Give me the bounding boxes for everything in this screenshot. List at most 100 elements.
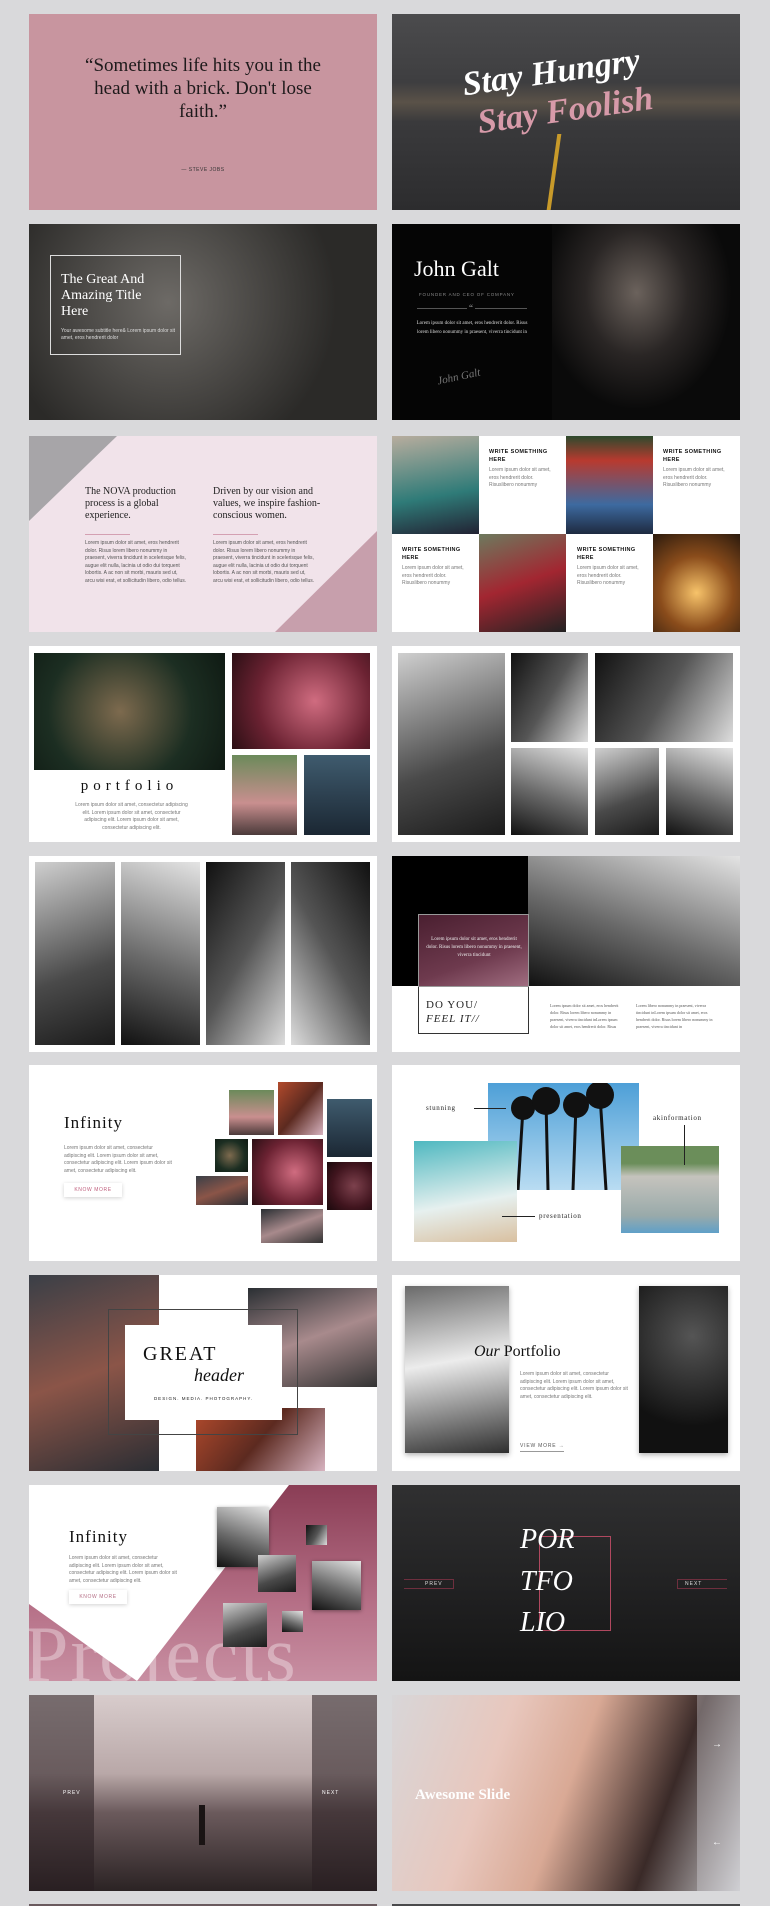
photo xyxy=(595,653,733,742)
photo xyxy=(282,1611,303,1632)
prev-button[interactable]: PREV xyxy=(63,1790,81,1796)
slide-infinity-collage[interactable]: Infinity Lorem ipsum dolor sit amet, con… xyxy=(29,1065,377,1261)
card: WRITE SOMETHING HERE Lorem ipsum dolor s… xyxy=(489,448,559,490)
column-text: Lorem ipsum dolor sit amet, eros hendrer… xyxy=(85,540,187,584)
slide-infinity-projects[interactable]: Projects Infinity Lorem ipsum dolor sit … xyxy=(29,1485,377,1681)
photo xyxy=(232,653,370,749)
pointer-line xyxy=(684,1125,685,1165)
photo xyxy=(206,862,285,1045)
card: WRITE SOMETHING HERE Lorem ipsum dolor s… xyxy=(577,546,647,588)
photo xyxy=(392,436,479,534)
photo xyxy=(229,1090,274,1135)
card-heading: WRITE SOMETHING HERE xyxy=(663,449,722,463)
prev-panel xyxy=(29,1695,94,1891)
slide-portfolio[interactable]: portfolio Lorem ipsum dolor sit amet, co… xyxy=(29,646,377,842)
view-more-button[interactable]: VIEW MORE → xyxy=(520,1443,565,1452)
road-line xyxy=(546,134,562,210)
photo xyxy=(511,748,588,835)
card-heading: WRITE SOMETHING HERE xyxy=(402,547,461,561)
arrow-right-icon: → xyxy=(558,1443,565,1449)
photo xyxy=(121,862,200,1045)
slide-awesome[interactable]: Awesome Slide → ← xyxy=(392,1695,740,1891)
photo xyxy=(666,748,733,835)
card-text: Lorem ipsum dolor sit amet, eros hendrer… xyxy=(663,467,725,488)
card-heading: WRITE SOMETHING HERE xyxy=(489,449,548,463)
next-button[interactable]: NEXT xyxy=(322,1790,339,1796)
photo xyxy=(528,856,740,986)
side-panel xyxy=(697,1695,740,1891)
quote-icon: “ xyxy=(467,303,475,313)
column-heading: Driven by our vision and values, we insp… xyxy=(213,486,321,521)
photo xyxy=(34,653,225,770)
slide-our-portfolio[interactable]: Our Portfolio Lorem ipsum dolor sit amet… xyxy=(392,1275,740,1471)
photo xyxy=(215,1139,248,1172)
next-button[interactable]: NEXT xyxy=(677,1579,727,1589)
paragraph: Lorem libero nonummy in praesent, viverr… xyxy=(636,1003,713,1029)
title-italic: Our xyxy=(474,1343,500,1360)
card-text: Lorem ipsum dolor sit amet, eros hendrer… xyxy=(577,565,639,586)
tagline: DESIGN. MEDIA. PHOTOGRAPHY. xyxy=(153,1396,254,1401)
slide-title: The Great And Amazing Title Here xyxy=(61,272,145,319)
photo xyxy=(312,1561,361,1610)
signature: John Galt xyxy=(436,366,482,388)
slide-do-you-feel-it[interactable]: Lorem ipsum dolor sit amet, eros hendrer… xyxy=(392,856,740,1052)
silhouette xyxy=(199,1805,205,1845)
quote-author: — STEVE JOBS xyxy=(181,167,225,173)
slide-john-galt[interactable]: John Galt FOUNDER AND CEO OF COMPANY “ L… xyxy=(392,224,740,420)
divider xyxy=(85,534,130,535)
title-line-2: FEEL IT// xyxy=(426,1013,480,1025)
slide-title: Our Portfolio xyxy=(474,1343,561,1361)
portrait-photo xyxy=(552,224,740,420)
title-line-1: DO YOU/ xyxy=(426,999,479,1011)
quote-text: “Sometimes life hits you in the head wit… xyxy=(85,55,321,122)
slide-quote[interactable]: “Sometimes life hits you in the head wit… xyxy=(29,14,377,210)
slide-stay-hungry[interactable]: Stay Hungry Stay Foolish xyxy=(392,14,740,210)
slide-prev-next[interactable]: PREV NEXT xyxy=(29,1695,377,1891)
portfolio-text: Lorem ipsum dolor sit amet, consectetur … xyxy=(75,802,188,831)
title-main: Portfolio xyxy=(503,1343,561,1360)
know-more-button[interactable]: KNOW MORE xyxy=(64,1183,122,1197)
column-text: Lorem ipsum dolor sit amet, eros hendrer… xyxy=(213,540,315,584)
photo xyxy=(258,1555,296,1592)
slide-nova[interactable]: The NOVA production process is a global … xyxy=(29,436,377,632)
slide-great-header[interactable]: GREAT header DESIGN. MEDIA. PHOTOGRAPHY. xyxy=(29,1275,377,1471)
slide-title: Infinity xyxy=(69,1527,128,1546)
header-line-1: GREAT xyxy=(143,1343,218,1365)
card: WRITE SOMETHING HERE Lorem ipsum dolor s… xyxy=(663,448,733,490)
pointer-line xyxy=(502,1216,535,1217)
slide-stunning[interactable]: stunning akinformation presentation xyxy=(392,1065,740,1261)
bio-text: Lorem ipsum dolor sit amet, eros hendrer… xyxy=(416,321,528,335)
photo xyxy=(278,1082,323,1135)
photo xyxy=(566,436,653,534)
know-more-button[interactable]: KNOW MORE xyxy=(69,1590,127,1604)
column-heading: The NOVA production process is a global … xyxy=(85,486,176,521)
title-line-1: POR xyxy=(520,1524,575,1555)
slide-bw-grid[interactable] xyxy=(392,646,740,842)
photo xyxy=(35,862,115,1045)
slide-text: Lorem ipsum dolor sit amet, consectetur … xyxy=(69,1555,177,1584)
label-stunning: stunning xyxy=(426,1104,456,1112)
slide-great-title[interactable]: The Great And Amazing Title Here Your aw… xyxy=(29,224,377,420)
photo xyxy=(653,534,740,632)
decor-triangles xyxy=(29,436,377,632)
header-line-2: header xyxy=(194,1365,244,1385)
photo xyxy=(511,653,588,742)
slide-write-something[interactable]: WRITE SOMETHING HERE Lorem ipsum dolor s… xyxy=(392,436,740,632)
photo xyxy=(595,748,659,835)
photo xyxy=(223,1603,267,1647)
photo xyxy=(304,755,370,835)
slide-text: Lorem ipsum dolor sit amet, consectetur … xyxy=(64,1145,172,1174)
portfolio-title: portfolio xyxy=(80,778,179,794)
photo xyxy=(327,1099,372,1157)
photo xyxy=(232,755,297,835)
box-text: Lorem ipsum dolor sit amet, eros hendrer… xyxy=(426,937,522,958)
paragraph: Lorem ipsum dolor sit amet, eros hendrer… xyxy=(550,1003,619,1029)
arrow-right-icon[interactable]: → xyxy=(712,1739,722,1750)
prev-button[interactable]: PREV xyxy=(404,1579,454,1589)
slide-portfolio-dark[interactable]: POR TFO LIO PREV NEXT xyxy=(392,1485,740,1681)
photo xyxy=(306,1525,327,1545)
label-presentation: presentation xyxy=(539,1212,582,1220)
photo xyxy=(479,534,566,632)
arrow-left-icon[interactable]: ← xyxy=(712,1837,722,1848)
slide-bw-columns[interactable] xyxy=(29,856,377,1052)
